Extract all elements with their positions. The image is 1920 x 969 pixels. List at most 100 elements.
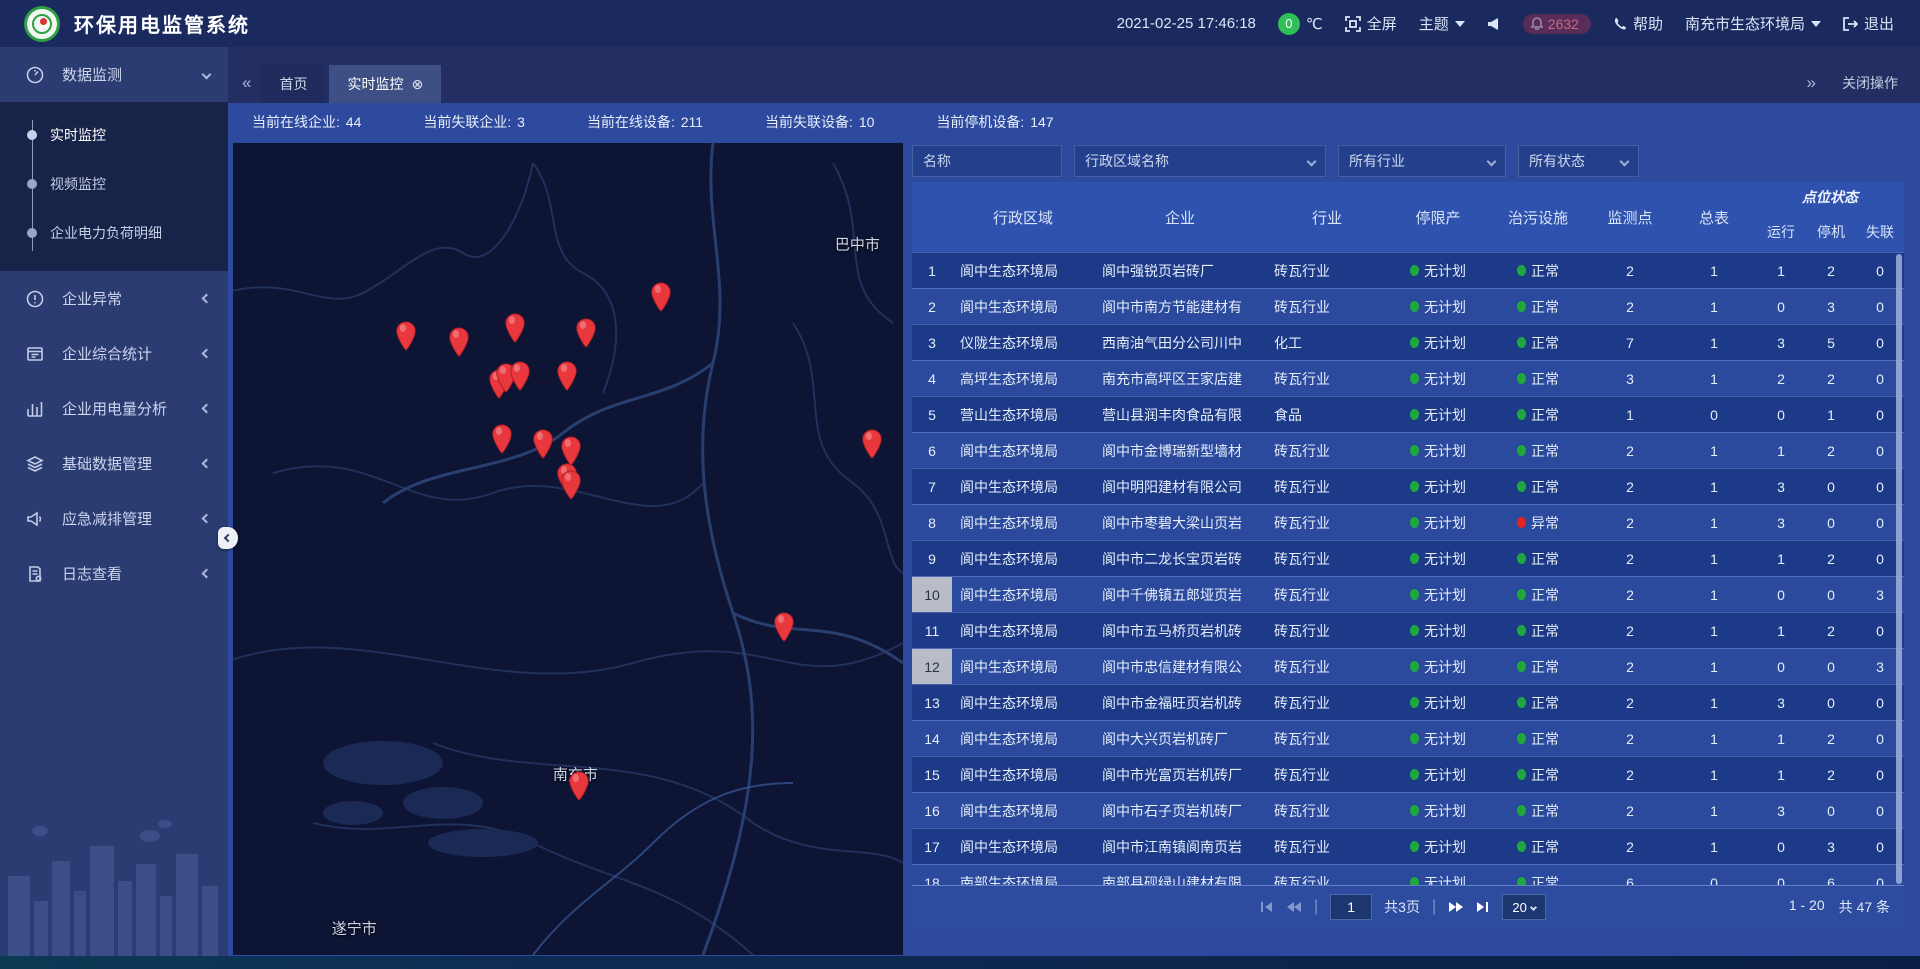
- cell-stopped-count: 5: [1806, 325, 1856, 360]
- cell-run-count: 0: [1756, 865, 1806, 885]
- last-page-button[interactable]: [1476, 901, 1490, 913]
- table-row[interactable]: 12 阆中生态环境局 阆中市忠信建材有限公 砖瓦行业 无计划 正常 2 1 0 …: [912, 648, 1904, 684]
- notification-badge[interactable]: 2632: [1523, 14, 1591, 34]
- page-size-select[interactable]: 20: [1502, 894, 1546, 920]
- sound-button[interactable]: [1487, 17, 1501, 31]
- tabs-scroll-left[interactable]: «: [228, 73, 261, 103]
- tab-close-icon[interactable]: ⊗: [411, 76, 423, 93]
- tab-home[interactable]: 首页: [261, 65, 325, 103]
- map-pin-icon[interactable]: [773, 612, 795, 647]
- table-row[interactable]: 5 营山生态环境局 营山县润丰肉食品有限 食品 无计划 正常 1 0 0 1 0: [912, 396, 1904, 432]
- map-pin-icon[interactable]: [556, 361, 578, 396]
- table-row[interactable]: 7 阆中生态环境局 阆中明阳建材有限公司 砖瓦行业 无计划 正常 2 1 3 0…: [912, 468, 1904, 504]
- fullscreen-button[interactable]: 全屏: [1345, 13, 1397, 34]
- map-pin-icon[interactable]: [560, 470, 582, 505]
- cell-monitor-count: 2: [1588, 613, 1672, 648]
- cell-row-number[interactable]: 7: [912, 469, 952, 504]
- table-row[interactable]: 9 阆中生态环境局 阆中市二龙长宝页岩砖 砖瓦行业 无计划 正常 2 1 1 2…: [912, 540, 1904, 576]
- cell-meter-count: 1: [1672, 361, 1756, 396]
- cell-row-number[interactable]: 13: [912, 685, 952, 720]
- close-operations-button[interactable]: 关闭操作: [1842, 73, 1898, 93]
- cell-row-number[interactable]: 6: [912, 433, 952, 468]
- cell-row-number[interactable]: 14: [912, 721, 952, 756]
- cell-row-number[interactable]: 2: [912, 289, 952, 324]
- table-row[interactable]: 13 阆中生态环境局 阆中市金福旺页岩机砖 砖瓦行业 无计划 正常 2 1 3 …: [912, 684, 1904, 720]
- org-menu[interactable]: 南充市生态环境局: [1685, 13, 1821, 34]
- status-dot-icon: [1517, 877, 1526, 885]
- cell-row-number[interactable]: 4: [912, 361, 952, 396]
- map-pin-icon[interactable]: [448, 327, 470, 362]
- sidebar-group-electricity-analysis[interactable]: 企业用电量分析: [0, 381, 228, 436]
- next-page-button[interactable]: [1448, 901, 1464, 913]
- table-body: 1 阆中生态环境局 阆中强锐页岩砖厂 砖瓦行业 无计划 正常 2 1 1 2 0…: [912, 252, 1904, 885]
- cell-row-number[interactable]: 11: [912, 613, 952, 648]
- first-page-button[interactable]: [1260, 901, 1274, 913]
- map-pin-icon[interactable]: [504, 313, 526, 348]
- cell-stop-status: 无计划: [1388, 577, 1488, 612]
- tabs-scroll-right[interactable]: »: [1807, 73, 1816, 93]
- map-pin-icon[interactable]: [395, 321, 417, 356]
- status-dot-icon: [1410, 301, 1419, 312]
- sidebar-group-emergency-reduction[interactable]: 应急减排管理: [0, 491, 228, 546]
- exit-button[interactable]: 退出: [1843, 13, 1894, 34]
- name-search-input[interactable]: [912, 145, 1062, 177]
- cell-row-number[interactable]: 12: [912, 649, 952, 684]
- region-select[interactable]: 行政区域名称: [1074, 145, 1326, 177]
- table-row[interactable]: 3 仪陇生态环境局 西南油气田分公司川中 化工 无计划 正常 7 1 3 5 0: [912, 324, 1904, 360]
- table-row[interactable]: 18 南部生态环境局 南部县砚绿山建材有限 砖瓦行业 无计划 正常 6 0 0 …: [912, 864, 1904, 885]
- cell-row-number[interactable]: 3: [912, 325, 952, 360]
- table-row[interactable]: 2 阆中生态环境局 阆中市南方节能建材有 砖瓦行业 无计划 正常 2 1 0 3…: [912, 288, 1904, 324]
- cell-region: 阆中生态环境局: [952, 613, 1094, 648]
- cell-row-number[interactable]: 1: [912, 253, 952, 288]
- sidebar-collapse-handle[interactable]: [218, 527, 238, 549]
- sidebar-group-enterprise-abnormal[interactable]: 企业异常: [0, 271, 228, 326]
- table-row[interactable]: 6 阆中生态环境局 阆中市金博瑞新型墙材 砖瓦行业 无计划 正常 2 1 1 2…: [912, 432, 1904, 468]
- cell-enterprise: 阆中市金博瑞新型墙材: [1094, 433, 1266, 468]
- map-pin-icon[interactable]: [575, 318, 597, 353]
- sidebar-group-data-monitoring[interactable]: 数据监测: [0, 47, 228, 102]
- cell-meter-count: 1: [1672, 577, 1756, 612]
- cell-stop-status: 无计划: [1388, 721, 1488, 756]
- help-button[interactable]: 帮助: [1613, 13, 1663, 34]
- table-row[interactable]: 11 阆中生态环境局 阆中市五马桥页岩机砖 砖瓦行业 无计划 正常 2 1 1 …: [912, 612, 1904, 648]
- stat-online-enterprises-label: 当前在线企业: [252, 114, 344, 130]
- cell-row-number[interactable]: 18: [912, 865, 952, 885]
- map-pin-icon[interactable]: [650, 282, 672, 317]
- map-panel[interactable]: 巴中市南充市遂宁市: [233, 143, 903, 955]
- table-row[interactable]: 16 阆中生态环境局 阆中市石子页岩机砖厂 砖瓦行业 无计划 正常 2 1 3 …: [912, 792, 1904, 828]
- cell-row-number[interactable]: 9: [912, 541, 952, 576]
- map-pin-icon[interactable]: [509, 361, 531, 396]
- table-row[interactable]: 8 阆中生态环境局 阆中市枣碧大梁山页岩 砖瓦行业 无计划 异常 2 1 3 0…: [912, 504, 1904, 540]
- col-enterprise: 企业: [1094, 182, 1266, 252]
- col-facility: 治污设施: [1488, 182, 1588, 252]
- theme-menu[interactable]: 主题: [1419, 13, 1465, 34]
- sidebar-item-power-load-detail[interactable]: 企业电力负荷明细: [0, 208, 228, 257]
- cell-row-number[interactable]: 15: [912, 757, 952, 792]
- table-row[interactable]: 17 阆中生态环境局 阆中市江南镇阆南页岩 砖瓦行业 无计划 正常 2 1 0 …: [912, 828, 1904, 864]
- table-row[interactable]: 4 高坪生态环境局 南充市高坪区王家店建 砖瓦行业 无计划 正常 3 1 2 2…: [912, 360, 1904, 396]
- sidebar-group-log-view[interactable]: 日志查看: [0, 546, 228, 601]
- table-scrollbar[interactable]: [1896, 254, 1902, 884]
- table-row[interactable]: 15 阆中生态环境局 阆中市光富页岩机砖厂 砖瓦行业 无计划 正常 2 1 1 …: [912, 756, 1904, 792]
- map-pin-icon[interactable]: [532, 429, 554, 464]
- industry-select[interactable]: 所有行业: [1338, 145, 1506, 177]
- map-pin-icon[interactable]: [491, 424, 513, 459]
- table-row[interactable]: 14 阆中生态环境局 阆中大兴页岩机砖厂 砖瓦行业 无计划 正常 2 1 1 2…: [912, 720, 1904, 756]
- cell-row-number[interactable]: 5: [912, 397, 952, 432]
- sidebar-group-base-data[interactable]: 基础数据管理: [0, 436, 228, 491]
- table-row[interactable]: 10 阆中生态环境局 阆中千佛镇五郎垭页岩 砖瓦行业 无计划 正常 2 1 0 …: [912, 576, 1904, 612]
- prev-page-button[interactable]: [1286, 901, 1302, 913]
- status-select[interactable]: 所有状态: [1518, 145, 1639, 177]
- sidebar-item-video-monitoring[interactable]: 视频监控: [0, 159, 228, 208]
- cell-row-number[interactable]: 8: [912, 505, 952, 540]
- map-pin-icon[interactable]: [861, 429, 883, 464]
- tab-realtime-monitoring[interactable]: 实时监控 ⊗: [329, 65, 441, 103]
- cell-row-number[interactable]: 16: [912, 793, 952, 828]
- map-pin-icon[interactable]: [568, 771, 590, 806]
- cell-row-number[interactable]: 17: [912, 829, 952, 864]
- sidebar-group-enterprise-statistics[interactable]: 企业综合统计: [0, 326, 228, 381]
- cell-row-number[interactable]: 10: [912, 577, 952, 612]
- sidebar-item-realtime-monitoring[interactable]: 实时监控: [0, 110, 228, 159]
- page-number-input[interactable]: [1330, 894, 1372, 920]
- table-row[interactable]: 1 阆中生态环境局 阆中强锐页岩砖厂 砖瓦行业 无计划 正常 2 1 1 2 0: [912, 252, 1904, 288]
